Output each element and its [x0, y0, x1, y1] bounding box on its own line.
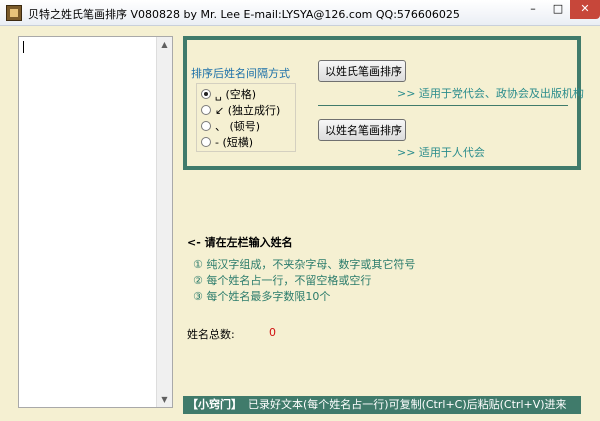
minimize-button[interactable]: – [520, 0, 546, 19]
close-button[interactable]: ✕ [570, 0, 600, 19]
rule-item: ② 每个姓名占一行，不留空格或空行 [193, 274, 372, 287]
radio-button[interactable] [201, 121, 211, 131]
rule-item: ③ 每个姓名最多字数限10个 [193, 290, 331, 303]
radio-label: - (短横) [215, 136, 254, 149]
names-input-textarea[interactable]: ▲ ▼ [18, 36, 173, 408]
radio-label: ␣ (空格) [215, 88, 257, 101]
title-bar[interactable]: 贝特之姓氏笔画排序 V080828 by Mr. Lee E-mail:LYSY… [0, 0, 600, 26]
tip-text: 已录好文本(每个姓名占一行)可复制(Ctrl+C)后粘贴(Ctrl+V)进来 [248, 398, 567, 411]
surname-sort-hint: >> 适用于党代会、政协会及出版机构 [397, 87, 584, 100]
rule-item: ① 纯汉字组成，不夹杂字母、数字或其它符号 [193, 258, 416, 271]
sort-by-surname-button[interactable]: 以姓氏笔画排序 [318, 60, 406, 82]
sort-by-fullname-button[interactable]: 以姓名笔画排序 [318, 119, 406, 141]
input-instruction-title: <- 请在左栏输入姓名 [187, 236, 293, 249]
name-count-label: 姓名总数: [187, 328, 235, 341]
text-caret [23, 41, 24, 53]
fullname-sort-hint: >> 适用于人代会 [397, 146, 485, 159]
radio-label: 、 (顿号) [215, 120, 261, 133]
radio-space[interactable]: ␣ (空格) [201, 88, 256, 102]
app-icon [6, 5, 22, 21]
maximize-button[interactable]: □ [546, 0, 570, 19]
vertical-scrollbar[interactable]: ▲ ▼ [156, 37, 172, 407]
tip-label: 【小窍门】 [187, 398, 242, 411]
radio-newline[interactable]: ↙ (独立成行) [201, 104, 280, 118]
tip-bar: 【小窍门】 已录好文本(每个姓名占一行)可复制(Ctrl+C)后粘贴(Ctrl+V… [183, 396, 581, 414]
radio-button[interactable] [201, 137, 211, 147]
name-count-value: 0 [269, 326, 276, 339]
radio-label: ↙ (独立成行) [215, 104, 281, 117]
scroll-down-arrow-icon[interactable]: ▼ [157, 392, 172, 407]
radio-button-checked[interactable] [201, 89, 211, 99]
separator-label: 排序后姓名间隔方式 [191, 67, 290, 80]
window-title: 贝特之姓氏笔画排序 V080828 by Mr. Lee E-mail:LYSY… [28, 8, 460, 21]
radio-button[interactable] [201, 105, 211, 115]
separator-radio-group: ␣ (空格) ↙ (独立成行) 、 (顿号) - (短横) [196, 83, 296, 152]
divider-line [318, 105, 568, 106]
scroll-up-arrow-icon[interactable]: ▲ [157, 37, 172, 52]
radio-comma[interactable]: 、 (顿号) [201, 120, 260, 134]
radio-dash[interactable]: - (短横) [201, 136, 253, 150]
